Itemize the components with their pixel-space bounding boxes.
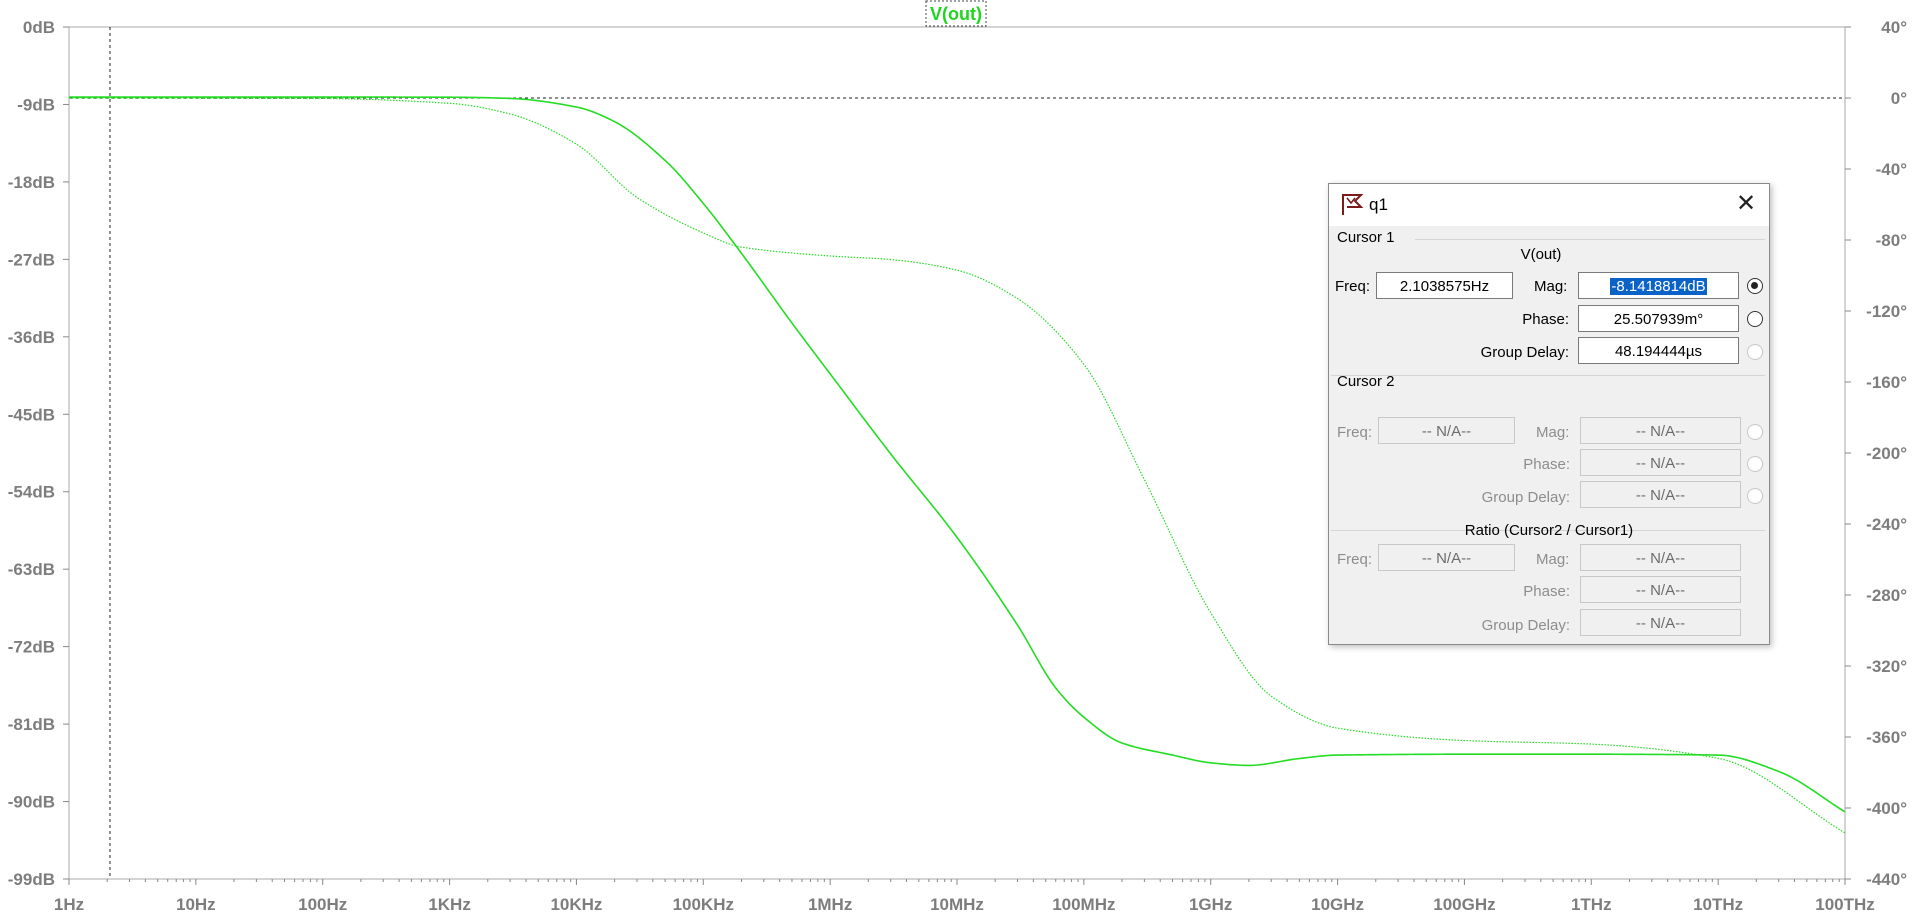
ratio-phase-label: Phase:: [1523, 583, 1570, 600]
y-right-tick-label: -120°: [1866, 302, 1907, 321]
y-left-tick-label: -9dB: [17, 95, 55, 114]
cursor-app-icon: [1342, 194, 1364, 215]
trace-title-v-out[interactable]: V(out): [930, 4, 982, 24]
cursor2-group-delay-radio[interactable]: [1747, 488, 1763, 504]
cursor2-freq-field[interactable]: -- N/A--: [1378, 417, 1515, 444]
x-tick-label: 100Hz: [298, 895, 347, 914]
y-left-tick-label: -63dB: [8, 560, 55, 579]
y-left-tick-label: -99dB: [8, 870, 55, 889]
y-right-tick-label: -40°: [1876, 160, 1908, 179]
x-tick-label: 100THz: [1815, 895, 1875, 914]
cursor1-phase-label: Phase:: [1522, 311, 1569, 328]
x-tick-label: 10MHz: [930, 895, 984, 914]
x-tick-label: 100GHz: [1433, 895, 1495, 914]
cursor1-freq-label: Freq:: [1335, 278, 1371, 295]
y-right-tick-label: -80°: [1876, 231, 1908, 250]
cursor1-trace-name: V(out): [1520, 246, 1562, 263]
x-tick-label: 10KHz: [550, 895, 602, 914]
cursor2-freq-label: Freq:: [1337, 424, 1373, 441]
x-tick-label: 100MHz: [1052, 895, 1115, 914]
x-tick-label: 1Hz: [54, 895, 84, 914]
x-tick-label: 10Hz: [176, 895, 216, 914]
y-right-tick-label: -200°: [1866, 444, 1907, 463]
cursor1-section-label: Cursor 1: [1337, 229, 1395, 246]
cursor1-mag-value[interactable]: -8.1418814dB: [1610, 278, 1707, 295]
x-tick-label: 1THz: [1571, 895, 1612, 914]
ratio-group-delay-field[interactable]: -- N/A--: [1580, 609, 1741, 636]
section-divider-1: [1331, 375, 1765, 376]
y-right-tick-label: -320°: [1866, 657, 1907, 676]
ratio-phase-field[interactable]: -- N/A--: [1580, 576, 1741, 603]
ratio-section-label: Ratio (Cursor2 / Cursor1): [1464, 522, 1634, 539]
y-right-tick-label: -440°: [1866, 870, 1907, 889]
cursor2-phase-label: Phase:: [1523, 456, 1570, 473]
cursor1-mag-radio[interactable]: [1747, 278, 1763, 294]
cursor-dialog[interactable]: q1 ✕ Cursor 1 V(out) Freq: 2.1038575Hz M…: [1328, 183, 1770, 645]
x-tick-label: 10THz: [1693, 895, 1743, 914]
y-right-tick-label: -360°: [1866, 728, 1907, 747]
ratio-mag-field[interactable]: -- N/A--: [1580, 544, 1741, 571]
y-left-tick-label: -45dB: [8, 405, 55, 424]
cursor2-mag-field[interactable]: -- N/A--: [1580, 417, 1741, 444]
x-tick-label: 100KHz: [673, 895, 734, 914]
y-left-tick-label: -18dB: [8, 173, 55, 192]
y-right-tick-label: 0°: [1891, 89, 1907, 108]
cursor1-group-delay-field[interactable]: 48.194444µs: [1578, 337, 1739, 364]
cursor2-mag-radio[interactable]: [1747, 424, 1763, 440]
cursor2-section-label: Cursor 2: [1337, 373, 1395, 390]
y-left-tick-label: -72dB: [8, 638, 55, 657]
cursor1-phase-radio[interactable]: [1747, 311, 1763, 327]
close-icon[interactable]: ✕: [1733, 192, 1759, 218]
y-right-tick-label: -240°: [1866, 515, 1907, 534]
y-left-tick-label: -54dB: [8, 483, 55, 502]
y-left-tick-label: 0dB: [23, 18, 55, 37]
cursor2-phase-radio[interactable]: [1747, 456, 1763, 472]
x-tick-label: 10GHz: [1311, 895, 1364, 914]
dialog-title: q1: [1369, 195, 1388, 214]
cursor2-group-delay-label: Group Delay:: [1481, 489, 1570, 506]
y-left-tick-label: -27dB: [8, 250, 55, 269]
dialog-titlebar[interactable]: q1 ✕: [1329, 184, 1769, 226]
ratio-mag-label: Mag:: [1536, 551, 1570, 568]
cursor1-mag-label: Mag:: [1534, 278, 1568, 295]
ratio-freq-label: Freq:: [1337, 551, 1373, 568]
cursor2-group-delay-field[interactable]: -- N/A--: [1580, 481, 1741, 508]
cursor1-divider: [1415, 239, 1765, 240]
cursor1-freq-field[interactable]: 2.1038575Hz: [1376, 272, 1513, 299]
y-right-tick-label: 40°: [1881, 18, 1907, 37]
cursor1-mag-field[interactable]: -8.1418814dB: [1578, 272, 1739, 299]
cursor1-group-delay-radio[interactable]: [1747, 344, 1763, 360]
cursor2-mag-label: Mag:: [1536, 424, 1570, 441]
cursor2-phase-field[interactable]: -- N/A--: [1580, 449, 1741, 476]
y-right-tick-label: -160°: [1866, 373, 1907, 392]
x-tick-label: 1GHz: [1189, 895, 1232, 914]
y-right-tick-label: -280°: [1866, 586, 1907, 605]
ratio-group-delay-label: Group Delay:: [1481, 617, 1570, 634]
cursor1-phase-field[interactable]: 25.507939m°: [1578, 305, 1739, 332]
y-left-tick-label: -36dB: [8, 328, 55, 347]
ratio-freq-field[interactable]: -- N/A--: [1378, 544, 1515, 571]
x-tick-label: 1MHz: [808, 895, 852, 914]
y-right-tick-label: -400°: [1866, 799, 1907, 818]
y-left-tick-label: -90dB: [8, 793, 55, 812]
cursor1-group-delay-label: Group Delay:: [1480, 344, 1569, 361]
x-tick-label: 1KHz: [428, 895, 471, 914]
y-left-tick-label: -81dB: [8, 715, 55, 734]
